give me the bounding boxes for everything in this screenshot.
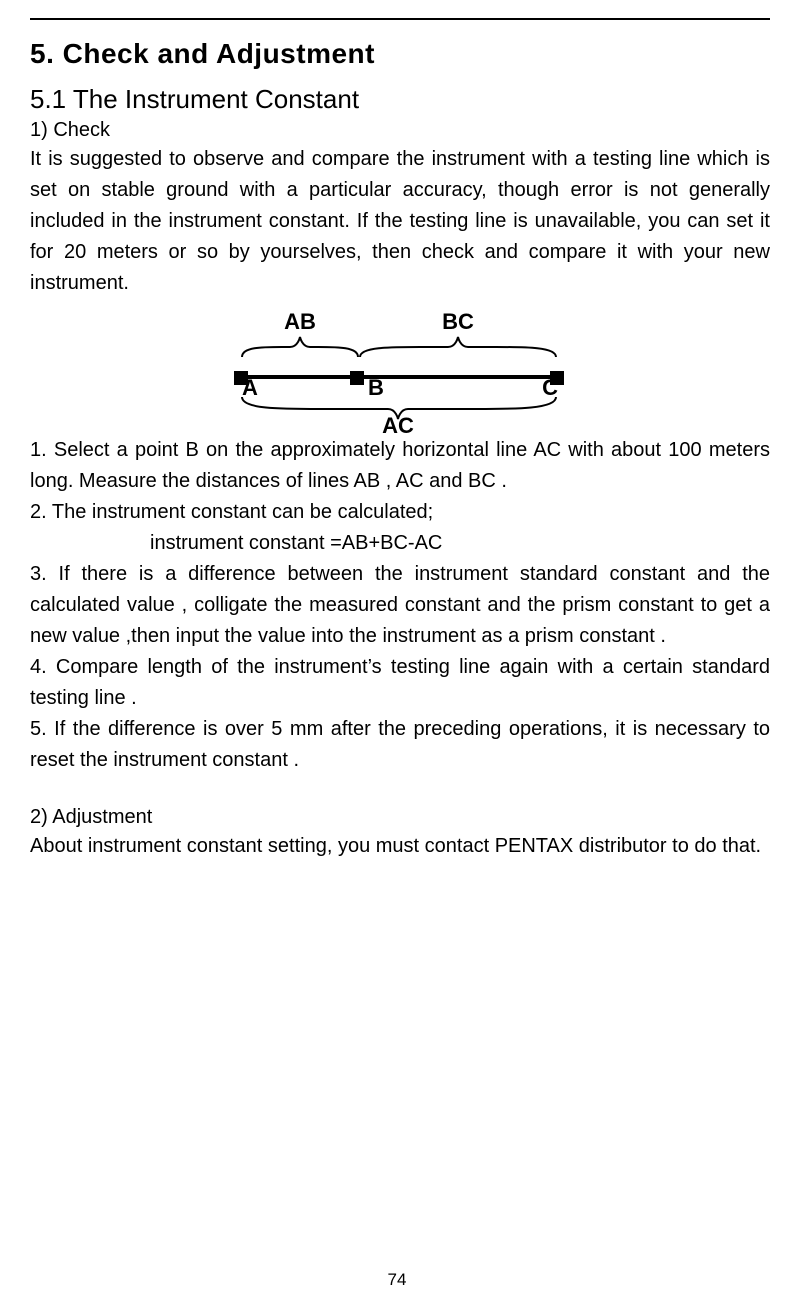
formula-constant: instrument constant =AB+BC-AC	[150, 528, 770, 559]
diagram-label-bc: BC	[442, 309, 474, 334]
paragraph-intro: It is suggested to observe and compare t…	[30, 144, 770, 299]
diagram-label-c: C	[542, 375, 558, 400]
diagram-label-a: A	[242, 375, 258, 400]
paragraph-adjustment: About instrument constant setting, you m…	[30, 831, 770, 862]
paragraph-step4: 4. Compare length of the instrument’s te…	[30, 652, 770, 714]
paragraph-step1: 1. Select a point B on the approximately…	[30, 435, 770, 497]
diagram-label-ab: AB	[284, 309, 316, 334]
diagram-line-abc: AB BC A B C AC	[220, 307, 580, 433]
subheading-adjustment: 2) Adjustment	[30, 806, 770, 829]
diagram-label-b: B	[368, 375, 384, 400]
page-number: 74	[0, 1270, 794, 1290]
heading-section: 5.1 The Instrument Constant	[30, 84, 770, 115]
paragraph-step3: 3. If there is a difference between the …	[30, 559, 770, 652]
diagram-label-ac: AC	[382, 413, 414, 433]
top-horizontal-rule	[30, 18, 770, 20]
heading-chapter: 5. Check and Adjustment	[30, 38, 770, 70]
paragraph-step2: 2. The instrument constant can be calcul…	[30, 497, 770, 528]
subheading-check: 1) Check	[30, 119, 770, 142]
paragraph-step5: 5. If the difference is over 5 mm after …	[30, 714, 770, 776]
